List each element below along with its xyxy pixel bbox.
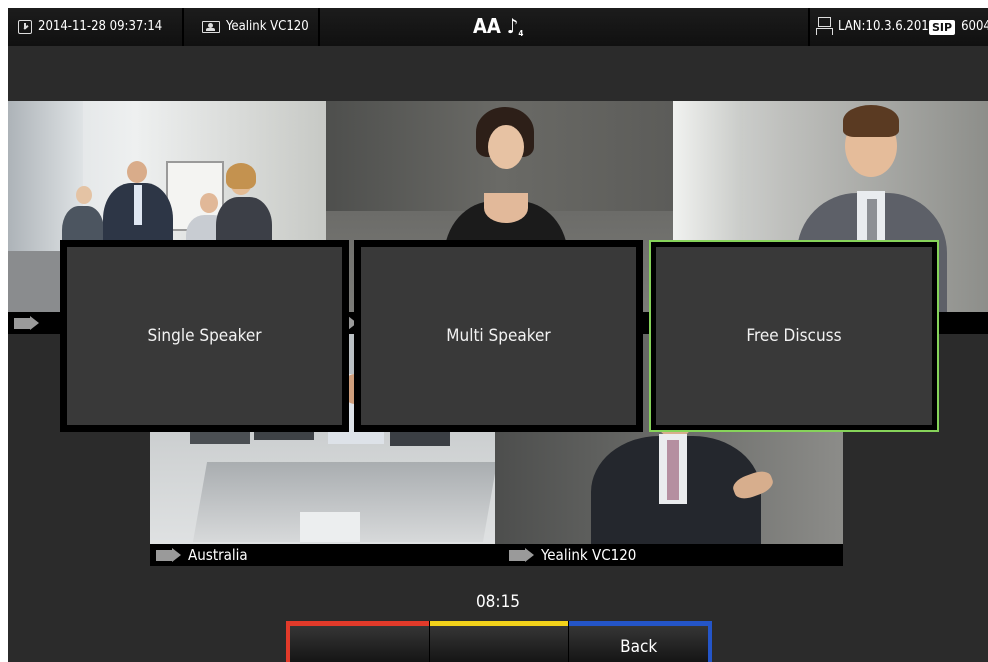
sip-account-text: 6004 [961, 19, 988, 34]
device-name-display: Yealink VC120 [202, 19, 309, 35]
status-bar: 2014-11-28 09:37:14 Yealink VC120 AA ♪ 4… [8, 8, 988, 46]
camera-icon [156, 549, 172, 561]
device-icon [202, 21, 220, 33]
softkey-bar: Back [286, 621, 713, 662]
datetime-text: 2014-11-28 09:37:14 [38, 19, 163, 34]
video-tile-label-text: Yealink VC120 [541, 546, 637, 564]
camera-icon [509, 549, 525, 561]
softkey-yellow[interactable] [428, 621, 569, 662]
phone-count: 4 [518, 29, 524, 38]
video-conference-screen: 2014-11-28 09:37:14 Yealink VC120 AA ♪ 4… [8, 8, 988, 662]
multi-speaker-button[interactable]: Multi Speaker [354, 240, 643, 432]
lan-text: LAN:10.3.6.201 [838, 19, 929, 34]
call-timer: 08:15 [475, 592, 521, 612]
sip-badge: SIP [929, 19, 956, 35]
text-size-icon: AA [473, 14, 501, 38]
back-button-label: Back [620, 637, 658, 657]
video-tile-label: Australia [150, 544, 495, 566]
video-tile-label: Yealink VC120 [495, 544, 843, 566]
phone-icon: ♪ [506, 14, 519, 38]
network-icon [816, 17, 833, 35]
free-discuss-label: Free Discuss [746, 326, 842, 346]
sip-status: SIP 6004 [929, 19, 988, 35]
status-center-icons: AA ♪ 4 [473, 14, 523, 38]
clock-icon [18, 20, 32, 34]
softkey-red[interactable] [286, 621, 429, 662]
datetime-display: 2014-11-28 09:37:14 [18, 19, 162, 35]
device-name-text: Yealink VC120 [226, 19, 309, 34]
free-discuss-button[interactable]: Free Discuss [649, 240, 939, 432]
single-speaker-label: Single Speaker [147, 326, 262, 346]
camera-icon [14, 317, 30, 329]
multi-speaker-label: Multi Speaker [446, 326, 551, 346]
back-button[interactable]: Back [568, 621, 713, 662]
single-speaker-button[interactable]: Single Speaker [60, 240, 349, 432]
lan-status: LAN:10.3.6.201 [816, 17, 929, 35]
video-tile-label-text: Australia [188, 546, 248, 564]
